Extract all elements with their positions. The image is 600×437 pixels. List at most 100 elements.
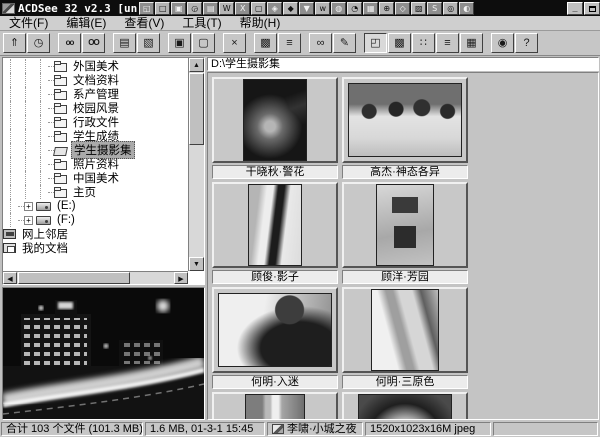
horizontal-scroll-thumb[interactable]: [18, 272, 130, 284]
status-bar: 合计 103 个文件 (101.3 MB) 1.6 MB, 01-3-1 15:…: [0, 420, 600, 437]
app-icon-15[interactable]: ⊕: [379, 1, 395, 15]
app-icon-9[interactable]: ◆: [283, 1, 299, 15]
view-small-icons-button[interactable]: ∷: [412, 33, 435, 53]
thumbnail-caption[interactable]: 何明·三原色: [342, 375, 468, 389]
thumbnail-image[interactable]: [212, 77, 338, 163]
menu-item-2[interactable]: 查看(V): [115, 16, 173, 31]
folder-icon: [54, 172, 67, 184]
app-icon-18[interactable]: S: [427, 1, 443, 15]
app-icon-11[interactable]: w: [315, 1, 331, 15]
thumbnail-image[interactable]: [212, 287, 338, 373]
tree-item-7[interactable]: 照片资料: [3, 157, 188, 171]
app-icon-13[interactable]: ◔: [347, 1, 363, 15]
app-icon-19[interactable]: ◎: [443, 1, 459, 15]
app-icon-2[interactable]: ▣: [171, 1, 187, 15]
thumbnail-image[interactable]: [212, 392, 338, 419]
app-icon-4[interactable]: ▤: [203, 1, 219, 15]
menu-item-4[interactable]: 帮助(H): [231, 16, 290, 31]
tree-item-10[interactable]: + (E:): [3, 199, 188, 213]
status-total-files: 合计 103 个文件 (101.3 MB): [1, 422, 143, 436]
alley-photo: [245, 394, 305, 419]
up-folder-button[interactable]: ⇑: [3, 33, 26, 53]
acdsee-app-icon[interactable]: [2, 2, 15, 14]
restore-button[interactable]: [584, 1, 600, 15]
vertical-scroll-thumb[interactable]: [189, 73, 204, 145]
help-button[interactable]: ?: [515, 33, 538, 53]
tree-item-12[interactable]: 网上邻居: [3, 227, 188, 241]
move-button[interactable]: ▢: [192, 33, 215, 53]
app-icon-0[interactable]: ◱: [139, 1, 155, 15]
thumbnail-image[interactable]: [342, 77, 468, 163]
thumbnail-caption[interactable]: 顾洋·芳园: [342, 270, 468, 284]
rename-button[interactable]: ▩: [254, 33, 277, 53]
tree-item-8[interactable]: 中国美术: [3, 171, 188, 185]
describe-button[interactable]: ≡: [278, 33, 301, 53]
tree-item-13[interactable]: 我的文档: [3, 241, 188, 255]
tree-item-6[interactable]: 学生摄影集: [3, 141, 188, 159]
tree-horizontal-scrollbar[interactable]: ◀ ▶: [3, 271, 188, 284]
app-icon-16[interactable]: ◇: [395, 1, 411, 15]
restore-icon: [589, 5, 596, 12]
title-bar[interactable]: ACDSee 32 v2.3 [un ◱ □ ▣ ◶ ▤ W X ▢ ◈ ◆ ▼ w ◍ ◔ ▦ ⊕ ◇ ▨ S ◎ ◐…: [0, 0, 600, 16]
view-button[interactable]: oo: [58, 33, 81, 53]
tree-item-11[interactable]: + (F:): [3, 213, 188, 227]
slideshow-button[interactable]: ◷: [27, 33, 50, 53]
menu-item-1[interactable]: 编辑(E): [57, 16, 115, 31]
thumbnail-cell-6: 何明·小巷: [212, 392, 338, 419]
view-list-button[interactable]: ≡: [436, 33, 459, 53]
scroll-right-button[interactable]: ▶: [174, 272, 188, 284]
path-bar[interactable]: D:\学生摄影集: [207, 57, 599, 71]
print-button[interactable]: ▤: [113, 33, 136, 53]
thumbnail-image[interactable]: [342, 182, 468, 268]
view-thumbnails-button[interactable]: ▩: [388, 33, 411, 53]
app-icon-17[interactable]: ▨: [411, 1, 427, 15]
tree-item-9[interactable]: 主页: [3, 185, 188, 199]
vehicle-photo: [371, 289, 439, 371]
thumbnail-caption[interactable]: 何明·入迷: [212, 375, 338, 389]
minimize-button[interactable]: _: [567, 1, 583, 15]
acquire-button[interactable]: ▧: [137, 33, 160, 53]
tree-item-2[interactable]: 系产管理: [3, 87, 188, 101]
delete-button[interactable]: ×: [223, 33, 246, 53]
browse-button[interactable]: OO: [82, 33, 105, 53]
app-icon-5[interactable]: W: [219, 1, 235, 15]
tree-item-3[interactable]: 校园风景: [3, 101, 188, 115]
window-controls: _: [566, 1, 600, 15]
shell-button[interactable]: ◉: [491, 33, 514, 53]
view-details-button[interactable]: ▦: [460, 33, 483, 53]
scroll-up-button[interactable]: ▲: [189, 58, 204, 72]
thumbnail-image[interactable]: [212, 182, 338, 268]
expand-icon[interactable]: +: [24, 215, 33, 225]
app-icon-12[interactable]: ◍: [331, 1, 347, 15]
tree-item-1[interactable]: 文档资料: [3, 73, 188, 87]
thumbnail-caption[interactable]: 高杰·神态各异: [342, 165, 468, 179]
tree-vertical-scrollbar[interactable]: ▲ ▼: [188, 58, 204, 271]
preview-pane[interactable]: [2, 287, 205, 420]
thumbnail-image[interactable]: [342, 287, 468, 373]
scroll-left-button[interactable]: ◀: [3, 272, 17, 284]
app-icon-1[interactable]: □: [155, 1, 171, 15]
view-thumbnails-preview-button[interactable]: ◰: [364, 33, 387, 53]
app-icon-7[interactable]: ▢: [251, 1, 267, 15]
thumbnail-image[interactable]: [342, 392, 468, 419]
scroll-down-button[interactable]: ▼: [189, 257, 204, 271]
app-icon-8[interactable]: ◈: [267, 1, 283, 15]
app-icon-6[interactable]: X: [235, 1, 251, 15]
app-icon-10[interactable]: ▼: [299, 1, 315, 15]
menu-item-0[interactable]: 文件(F): [0, 16, 57, 31]
network-icon: [3, 229, 16, 239]
menu-item-3[interactable]: 工具(T): [173, 16, 230, 31]
thumbnail-caption[interactable]: 干晓秋·警花: [212, 165, 338, 179]
app-icon-20[interactable]: ◐: [459, 1, 475, 15]
copy-button[interactable]: ▣: [168, 33, 191, 53]
thumbnail-caption[interactable]: 顾俊·影子: [212, 270, 338, 284]
wand-button[interactable]: ✎: [333, 33, 356, 53]
folder-icon: [54, 60, 67, 72]
tree-item-4[interactable]: 行政文件: [3, 115, 188, 129]
drive-icon: [36, 215, 51, 225]
tree-item-0[interactable]: 外国美术: [3, 59, 188, 73]
app-icon-14[interactable]: ▦: [363, 1, 379, 15]
expand-icon[interactable]: +: [24, 201, 33, 211]
app-icon-3[interactable]: ◶: [187, 1, 203, 15]
find-button[interactable]: ∞: [309, 33, 332, 53]
